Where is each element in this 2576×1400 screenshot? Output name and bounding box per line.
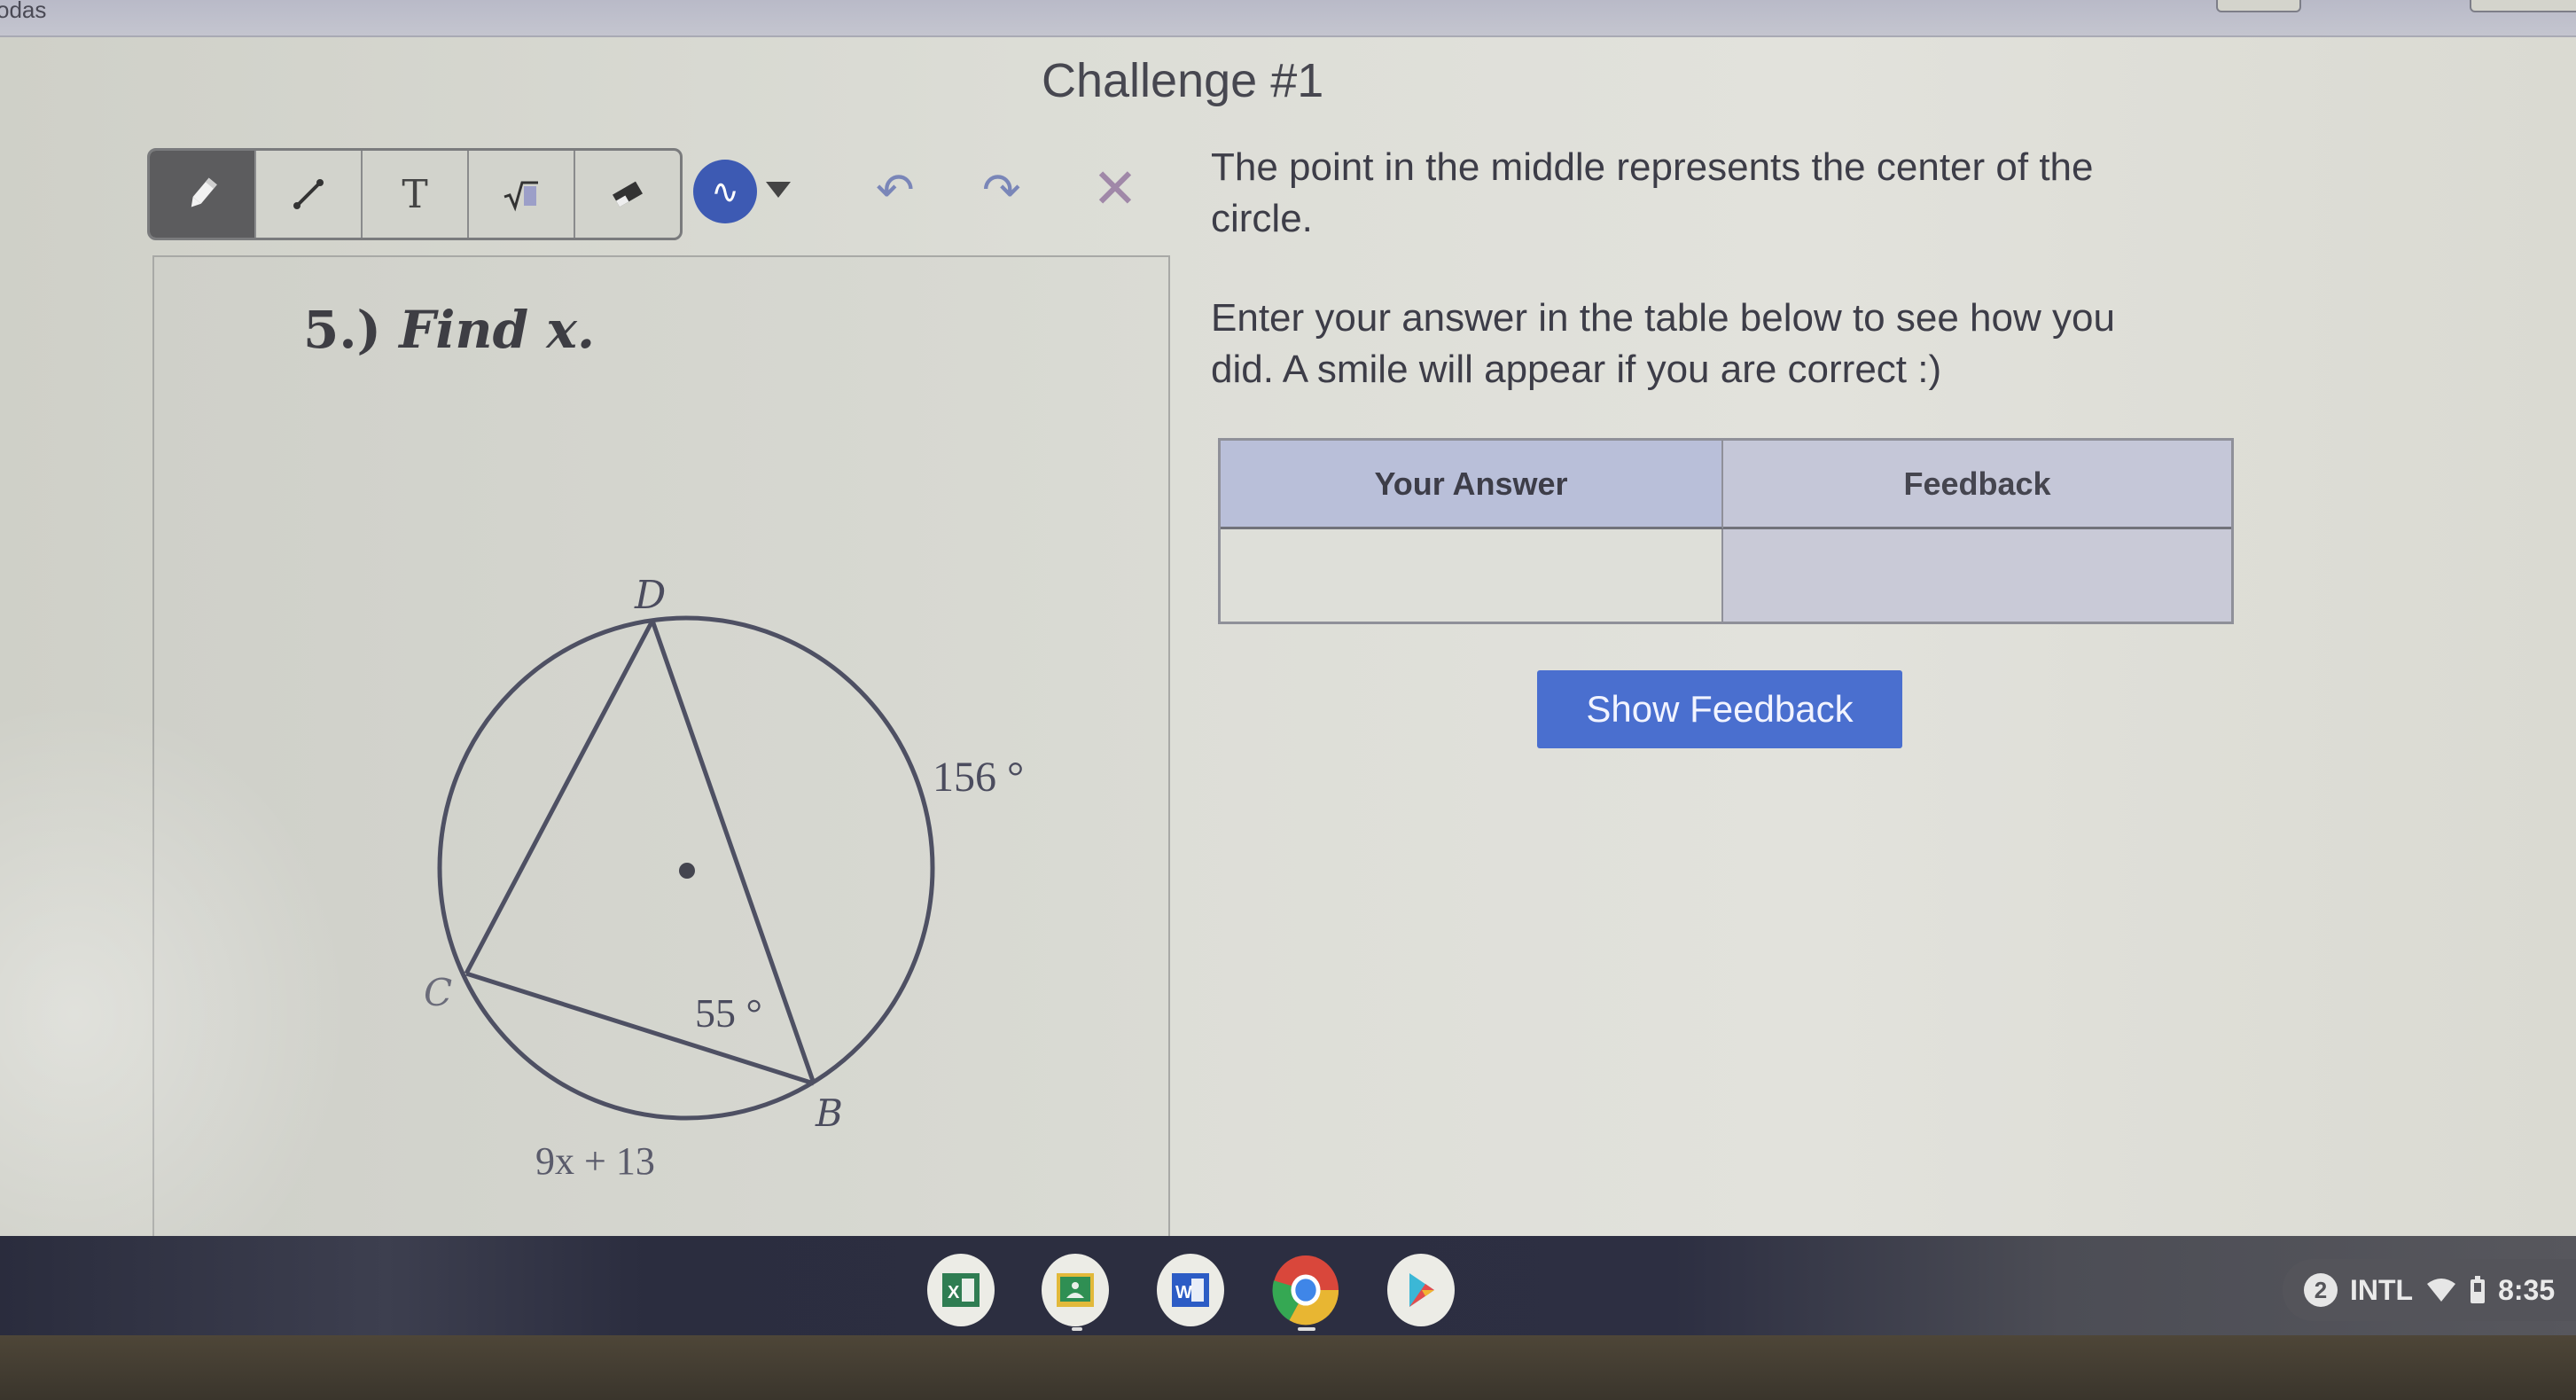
center-point [679,863,695,879]
word-letter: W [1175,1283,1192,1302]
chord-dc [464,619,655,975]
shelf-app-play-store[interactable] [1387,1254,1455,1326]
answer-table: Your Answer Feedback [1218,438,2234,624]
shelf-app-classroom[interactable] [1042,1254,1109,1326]
input-method-indicator: INTL [2350,1273,2414,1306]
excel-letter: X [948,1283,960,1302]
instruction-enter-answer: Enter your answer in the table below to … [1211,293,2230,395]
running-indicator [1298,1327,1315,1331]
running-indicator [1072,1327,1082,1331]
shelf-app-chrome[interactable] [1272,1254,1339,1326]
show-feedback-button[interactable]: Show Feedback [1537,670,1902,748]
arc-label-db: 156 ° [933,754,1024,801]
answer-input[interactable] [1221,529,1721,622]
google-classroom-icon [1057,1273,1094,1307]
header-feedback: Feedback [1723,441,2231,529]
point-label-c: C [424,971,452,1014]
feedback-cell [1723,529,2231,622]
point-label-d: D [634,573,666,618]
word-icon: W [1172,1273,1209,1307]
notification-count-badge[interactable]: 2 [2304,1273,2338,1307]
battery-icon [2471,1276,2486,1303]
shelf-app-excel[interactable]: X [927,1254,995,1326]
instruction-line: did. A smile will appear if you are corr… [1211,348,1942,391]
play-store-icon [1409,1273,1434,1307]
excel-icon: X [942,1273,980,1307]
clock: 8:35 [2498,1273,2556,1306]
wifi-icon [2427,1279,2456,1302]
chrome-icon [1272,1255,1339,1326]
angle-label-b: 55 ° [695,990,762,1036]
desk-surface [0,1335,2576,1400]
point-label-b: B [815,1091,843,1135]
header-your-answer: Your Answer [1221,441,1723,529]
instruction-center-point: The point in the middle represents the c… [1211,142,2230,245]
shelf-app-word[interactable]: W [1157,1254,1224,1326]
status-tray[interactable]: 2 INTL 8:35 [2283,1259,2576,1321]
arc-label-cb: 9x + 13 [535,1139,655,1183]
instruction-line: circle. [1211,197,1313,240]
instruction-line: Enter your answer in the table below to … [1211,296,2115,340]
instruction-line: The point in the middle represents the c… [1211,145,2094,189]
answer-cell[interactable] [1221,529,1723,622]
